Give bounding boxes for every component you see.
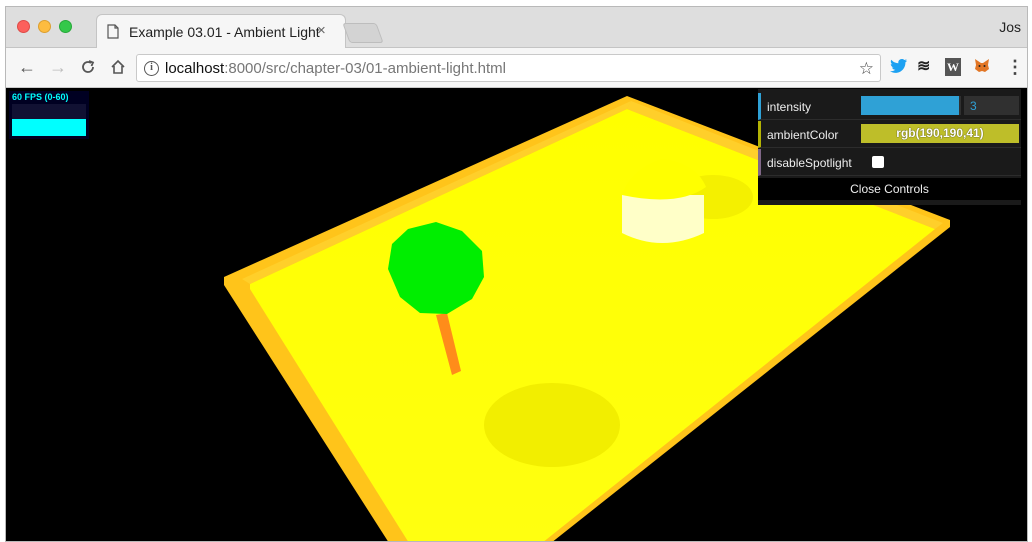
metamask-extension-icon[interactable] — [973, 58, 991, 76]
twitter-extension-icon[interactable] — [890, 58, 908, 76]
address-bar[interactable]: i localhost:8000/src/chapter-03/01-ambie… — [136, 54, 881, 82]
profile-name[interactable]: Jos — [999, 19, 1021, 35]
window-maximize-button[interactable] — [59, 20, 72, 33]
disable-spotlight-checkbox[interactable] — [872, 156, 884, 168]
bookmark-star-icon[interactable]: ☆ — [859, 59, 874, 79]
w-extension-icon[interactable]: W — [945, 58, 961, 76]
browser-toolbar: ← → i localhost:8000/src/chapter-03/01-a… — [6, 48, 1027, 88]
fps-graph-background — [12, 104, 86, 119]
browser-window: Example 03.01 - Ambient Light × Jos ← → … — [5, 6, 1028, 542]
tab-close-icon[interactable]: × — [317, 22, 326, 39]
disable-spotlight-control: disableSpotlight — [758, 149, 1021, 176]
fps-label: 60 FPS (0-60) — [12, 92, 69, 102]
cylinder-body — [622, 195, 704, 243]
ambient-color-control: ambientColor rgb(190,190,41) — [758, 121, 1021, 148]
forward-arrow-icon[interactable]: → — [49, 56, 67, 78]
tab-strip: Example 03.01 - Ambient Light × Jos — [6, 7, 1027, 48]
dat-gui-panel: intensity 3 ambientColor rgb(190,190,41)… — [758, 89, 1021, 205]
webgl-canvas[interactable]: 60 FPS (0-60) intensity 3 ambientColor r… — [6, 89, 1027, 541]
ambient-color-label: ambientColor — [767, 128, 839, 142]
browser-tab[interactable]: Example 03.01 - Ambient Light × — [96, 14, 346, 48]
close-controls-button[interactable]: Close Controls — [758, 178, 1021, 200]
intensity-slider-fill — [861, 96, 959, 115]
intensity-input[interactable]: 3 — [964, 96, 1019, 115]
fps-stats-panel[interactable]: 60 FPS (0-60) — [9, 91, 89, 139]
more-menu-icon[interactable]: ⋮ — [1006, 58, 1024, 76]
intensity-slider[interactable] — [861, 96, 961, 115]
intensity-label: intensity — [767, 100, 812, 114]
info-icon[interactable]: i — [144, 61, 159, 76]
window-minimize-button[interactable] — [38, 20, 51, 33]
disable-spotlight-label: disableSpotlight — [767, 156, 852, 170]
new-tab-button[interactable] — [342, 23, 384, 43]
buffer-extension-icon[interactable]: ≋ — [917, 58, 930, 76]
floor-disk — [484, 383, 620, 467]
back-arrow-icon[interactable]: ← — [18, 56, 36, 78]
home-icon[interactable] — [110, 56, 126, 80]
intensity-control: intensity 3 — [758, 93, 1021, 120]
tab-title: Example 03.01 - Ambient Light — [129, 24, 320, 40]
url-text[interactable]: localhost:8000/src/chapter-03/01-ambient… — [165, 60, 506, 77]
page-icon — [107, 24, 119, 39]
ambient-color-input[interactable]: rgb(190,190,41) — [861, 124, 1019, 143]
fps-graph — [12, 119, 86, 136]
window-close-button[interactable] — [17, 20, 30, 33]
reload-icon[interactable] — [80, 56, 96, 80]
